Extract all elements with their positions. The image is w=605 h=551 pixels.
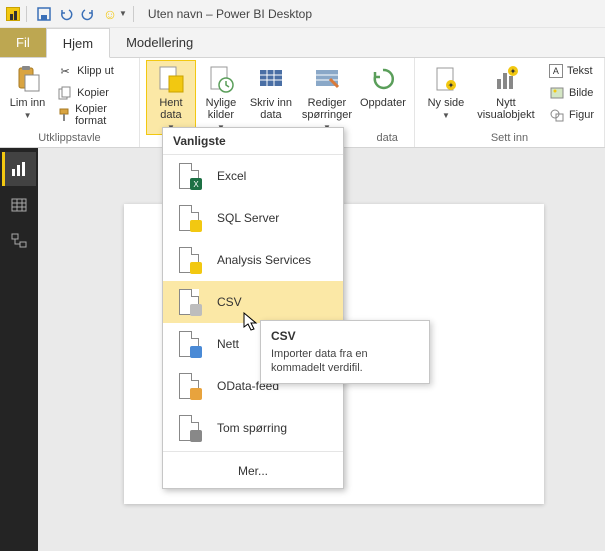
new-page-label: Ny side <box>428 97 465 109</box>
separator <box>26 6 27 22</box>
copy-icon <box>57 85 73 101</box>
edit-queries-button[interactable]: Rediger spørringer ▼ <box>296 60 358 134</box>
edit-queries-icon <box>312 64 342 94</box>
new-visual-icon: ✦ <box>491 64 521 94</box>
smiley-icon[interactable]: ☺ <box>101 5 119 23</box>
new-page-icon: ✦ <box>431 64 461 94</box>
app-logo-icon <box>6 7 20 21</box>
tooltip: CSV Importer data fra en kommadelt verdi… <box>260 320 430 384</box>
new-visual-button[interactable]: ✦ Nytt visualobjekt <box>471 60 541 121</box>
title-bar: ☺ ▼ Uten navn – Power BI Desktop <box>0 0 605 28</box>
paste-label: Lim inn <box>10 97 45 109</box>
new-page-button[interactable]: ✦ Ny side ▼ <box>421 60 471 122</box>
refresh-icon <box>368 64 398 94</box>
dropdown-item-sql-server[interactable]: SQL Server <box>163 197 343 239</box>
get-data-dropdown: Vanligste X Excel SQL Server Analysis Servi… <box>162 127 344 489</box>
separator <box>163 451 343 452</box>
separator <box>133 6 134 22</box>
dropdown-item-tom-spørring[interactable]: Tom spørring <box>163 407 343 449</box>
tab-home[interactable]: Hjem <box>46 28 110 58</box>
ribbon-group-clipboard: Lim inn ▼ ✂Klipp ut Kopier Kopier format… <box>0 58 140 147</box>
text-button[interactable]: ATekst <box>545 60 598 82</box>
source-icon <box>177 372 201 400</box>
shapes-icon <box>549 107 565 123</box>
refresh-button[interactable]: Oppdater <box>358 60 408 109</box>
dropdown-item-analysis-services[interactable]: Analysis Services <box>163 239 343 281</box>
ribbon-group-insert: ✦ Ny side ▼ ✦ Nytt visualobjekt ATekst B… <box>415 58 605 147</box>
source-icon <box>177 330 201 358</box>
tab-file[interactable]: Fil <box>0 28 46 57</box>
enter-data-button[interactable]: Skriv inn data <box>246 60 296 121</box>
svg-text:✦: ✦ <box>510 67 517 76</box>
cut-button[interactable]: ✂Klipp ut <box>53 60 133 82</box>
dropdown-item-label: CSV <box>217 295 242 309</box>
tooltip-title: CSV <box>271 329 419 343</box>
paste-button[interactable]: Lim inn ▼ <box>6 60 49 122</box>
text-icon: A <box>549 64 563 78</box>
dropdown-item-csv[interactable]: CSV <box>163 281 343 323</box>
dropdown-more[interactable]: Mer... <box>163 454 343 488</box>
enter-label: Skriv inn data <box>248 97 294 121</box>
source-icon <box>177 414 201 442</box>
dropdown-item-label: Analysis Services <box>217 253 311 267</box>
view-sidebar <box>0 148 38 551</box>
data-view-button[interactable] <box>2 188 36 222</box>
recent-sources-button[interactable]: Nylige kilder ▼ <box>196 60 246 134</box>
enter-data-icon <box>256 64 286 94</box>
window-title: Uten navn – Power BI Desktop <box>148 7 312 21</box>
recent-icon <box>206 64 236 94</box>
dropdown-header: Vanligste <box>163 128 343 155</box>
tab-modeling[interactable]: Modellering <box>110 28 209 57</box>
image-icon <box>549 85 565 101</box>
new-visual-label: Nytt visualobjekt <box>473 97 539 121</box>
ribbon-tabs: Fil Hjem Modellering <box>0 28 605 58</box>
get-data-button[interactable]: Hent data ▼ <box>146 60 196 135</box>
source-icon: X <box>177 162 201 190</box>
image-button[interactable]: Bilde <box>545 82 598 104</box>
source-icon <box>177 204 201 232</box>
copy-button[interactable]: Kopier <box>53 82 133 104</box>
dropdown-item-label: Excel <box>217 169 246 183</box>
insert-group-label: Sett inn <box>421 130 598 147</box>
shapes-button[interactable]: Figur <box>545 104 598 126</box>
recent-label: Nylige kilder <box>198 97 244 121</box>
undo-icon[interactable] <box>57 5 75 23</box>
redo-icon[interactable] <box>79 5 97 23</box>
tooltip-body: Importer data fra en kommadelt verdifil. <box>271 347 419 375</box>
scissors-icon: ✂ <box>57 63 73 79</box>
edit-queries-label: Rediger spørringer <box>298 97 356 121</box>
refresh-label: Oppdater <box>360 97 406 109</box>
svg-text:✦: ✦ <box>448 81 455 90</box>
dropdown-item-label: SQL Server <box>217 211 279 225</box>
get-data-label: Hent data <box>148 97 194 121</box>
dropdown-item-label: Nett <box>217 337 239 351</box>
source-icon <box>177 246 201 274</box>
dropdown-item-label: Tom spørring <box>217 421 287 435</box>
save-icon[interactable] <box>35 5 53 23</box>
report-view-button[interactable] <box>2 152 36 186</box>
model-view-button[interactable] <box>2 224 36 258</box>
dropdown-item-excel[interactable]: X Excel <box>163 155 343 197</box>
brush-icon <box>57 107 71 123</box>
get-data-icon <box>156 64 186 94</box>
clipboard-group-label: Utklippstavle <box>6 130 133 147</box>
format-painter-button[interactable]: Kopier format <box>53 104 133 126</box>
paste-icon <box>13 64 43 94</box>
source-icon <box>177 288 201 316</box>
